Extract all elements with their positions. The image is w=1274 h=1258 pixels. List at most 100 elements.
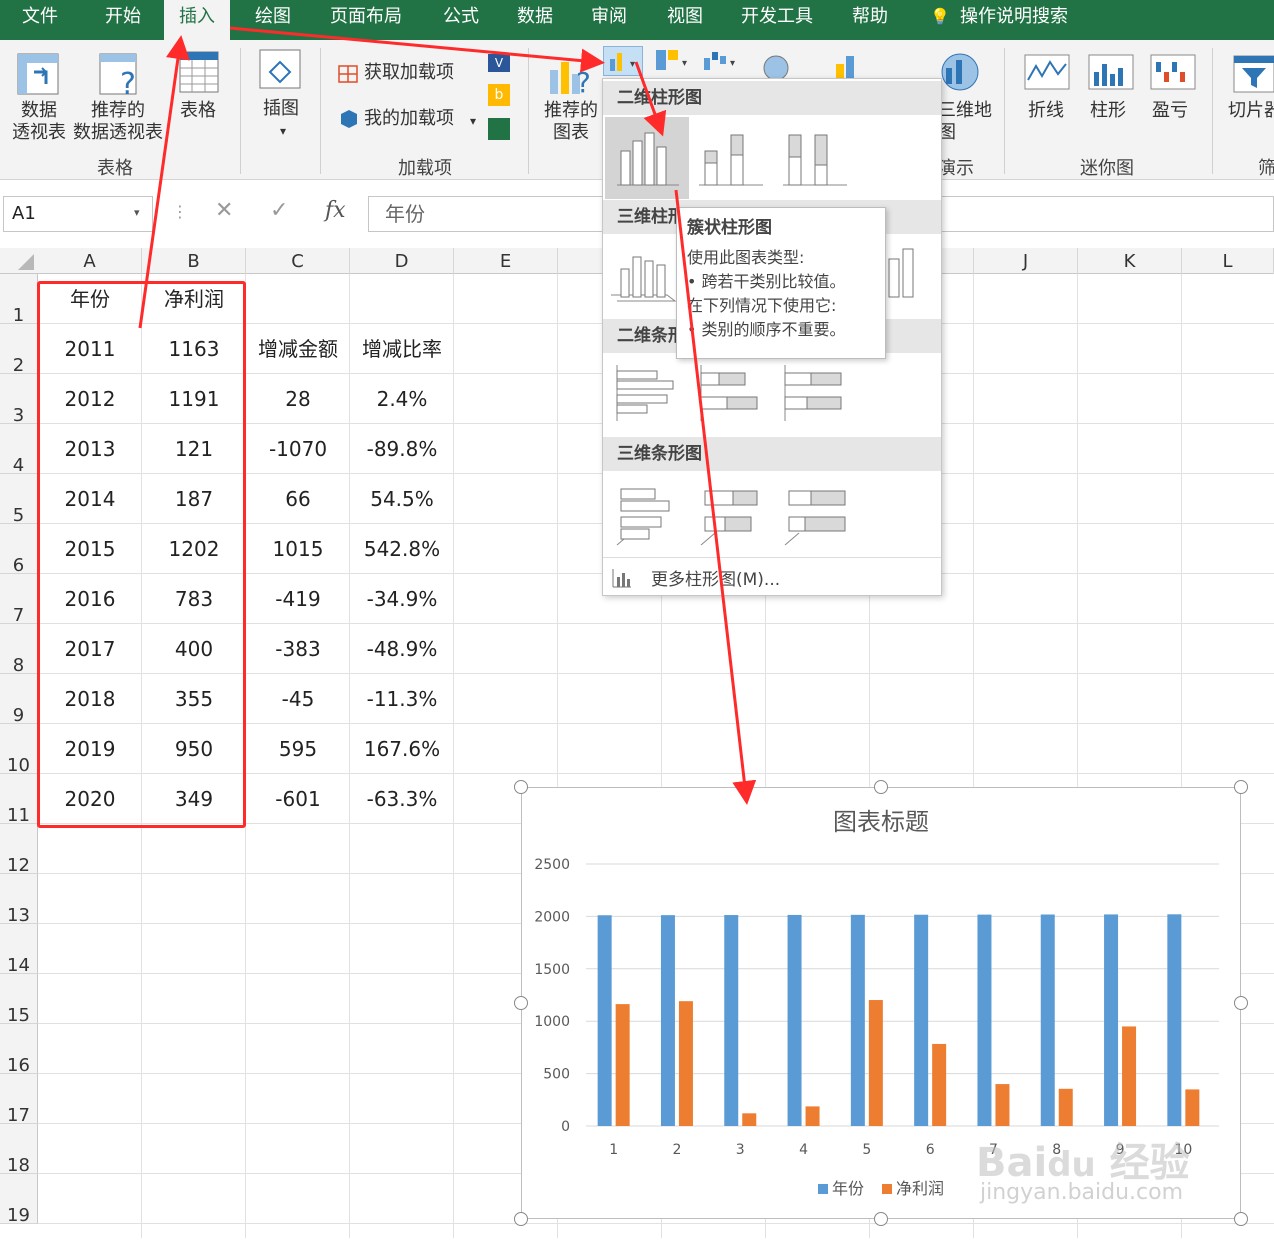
map3d-icon[interactable]	[938, 50, 982, 96]
sparkline-line-icon[interactable]	[1024, 54, 1070, 90]
row-header[interactable]: 18	[0, 1124, 38, 1176]
clustered-column-option[interactable]	[605, 117, 689, 199]
row-header[interactable]: 15	[0, 974, 38, 1026]
3d-100-stacked-bar-option[interactable]	[781, 483, 851, 549]
ribbon-tab[interactable]: 开始	[84, 0, 162, 40]
resize-handle[interactable]	[874, 1212, 888, 1226]
cell[interactable]: 增减比率	[350, 324, 454, 374]
ribbon-tab[interactable]: 帮助	[834, 0, 906, 40]
row-header[interactable]: 4	[0, 424, 38, 476]
get-addins-label[interactable]: 获取加载项	[364, 62, 464, 84]
insert-function-icon[interactable]: fx	[325, 198, 346, 223]
cell[interactable]: -63.3%	[350, 774, 454, 824]
waterfall-chart-icon[interactable]: ▾	[702, 48, 742, 74]
cell[interactable]: -45	[246, 674, 350, 724]
cell[interactable]: 28	[246, 374, 350, 424]
column-header[interactable]: K	[1078, 248, 1182, 274]
cell[interactable]: -601	[246, 774, 350, 824]
cell[interactable]: 增减金额	[246, 324, 350, 374]
enter-icon[interactable]: ✓	[270, 198, 288, 223]
ribbon-tab[interactable]: 视图	[650, 0, 720, 40]
ribbon-tab[interactable]: 公式	[424, 0, 498, 40]
select-all-corner[interactable]	[0, 248, 38, 274]
cell[interactable]: -89.8%	[350, 424, 454, 474]
100-stacked-bar-option[interactable]	[781, 363, 851, 423]
bing-icon[interactable]: b	[488, 84, 510, 106]
pivot-table-label[interactable]: 数据 透视表	[6, 100, 72, 144]
row-header[interactable]: 8	[0, 624, 38, 676]
row-header[interactable]: 12	[0, 824, 38, 876]
cell[interactable]: -34.9%	[350, 574, 454, 624]
chevron-down-icon[interactable]: ▾	[276, 120, 290, 142]
resize-handle[interactable]	[874, 780, 888, 794]
table-label[interactable]: 表格	[170, 100, 226, 122]
recommended-pivot-label[interactable]: 推荐的 数据透视表	[70, 100, 166, 144]
ribbon-tab[interactable]: 审阅	[572, 0, 646, 40]
row-header[interactable]: 19	[0, 1174, 38, 1226]
chevron-down-icon[interactable]: ▾	[134, 206, 140, 219]
row-header[interactable]: 5	[0, 474, 38, 526]
chevron-down-icon[interactable]: ▾	[466, 110, 480, 132]
slicer-icon[interactable]	[1232, 54, 1274, 94]
cell[interactable]: -383	[246, 624, 350, 674]
row-header[interactable]: 7	[0, 574, 38, 626]
cell[interactable]: 54.5%	[350, 474, 454, 524]
illustrations-label[interactable]: 插图	[250, 98, 312, 120]
cell[interactable]: 2.4%	[350, 374, 454, 424]
3d-column-option[interactable]	[883, 239, 933, 309]
cell[interactable]: -1070	[246, 424, 350, 474]
resize-handle[interactable]	[1234, 780, 1248, 794]
sparkline-winloss-icon[interactable]	[1150, 54, 1196, 90]
ribbon-tab[interactable]: 页面布局	[312, 0, 420, 40]
cell[interactable]: 1015	[246, 524, 350, 574]
row-header[interactable]: 16	[0, 1024, 38, 1076]
column-header[interactable]: L	[1182, 248, 1274, 274]
clustered-bar-option[interactable]	[613, 363, 683, 423]
sparkline-column-icon[interactable]	[1088, 54, 1134, 90]
recommended-charts-label[interactable]: 推荐的 图表	[538, 100, 604, 144]
pivot-table-icon[interactable]	[16, 52, 62, 98]
column-header[interactable]: D	[350, 248, 454, 274]
recommended-charts-icon[interactable]: ?	[548, 54, 598, 96]
stacked-bar-option[interactable]	[697, 363, 767, 423]
cancel-icon[interactable]: ✕	[215, 198, 233, 223]
cell[interactable]: -419	[246, 574, 350, 624]
sparkline-winloss-label[interactable]: 盈亏	[1142, 100, 1198, 122]
column-header[interactable]: E	[454, 248, 558, 274]
tell-me-search[interactable]: 操作说明搜索	[960, 0, 1090, 40]
cell[interactable]: 542.8%	[350, 524, 454, 574]
cell[interactable]: 66	[246, 474, 350, 524]
name-box[interactable]: A1	[3, 196, 153, 232]
column-header[interactable]: J	[974, 248, 1078, 274]
row-header[interactable]: 3	[0, 374, 38, 426]
row-header[interactable]: 17	[0, 1074, 38, 1126]
column-header[interactable]: B	[142, 248, 246, 274]
cell[interactable]: -48.9%	[350, 624, 454, 674]
cell[interactable]: -11.3%	[350, 674, 454, 724]
resize-handle[interactable]	[1234, 1212, 1248, 1226]
resize-handle[interactable]	[514, 780, 528, 794]
stacked-column-option[interactable]	[695, 121, 767, 195]
people-graph-icon[interactable]	[488, 118, 510, 140]
sparkline-column-label[interactable]: 柱形	[1080, 100, 1136, 122]
cell[interactable]: 595	[246, 724, 350, 774]
column-chart-button[interactable]: ▾	[603, 46, 643, 76]
3d-stacked-bar-option[interactable]	[697, 483, 767, 549]
hierarchy-chart-icon[interactable]: ▾	[654, 48, 694, 74]
ribbon-tab[interactable]: 数据	[502, 0, 568, 40]
cell[interactable]: 167.6%	[350, 724, 454, 774]
my-addins-label[interactable]: 我的加载项	[364, 108, 464, 130]
row-header[interactable]: 9	[0, 674, 38, 726]
3d-clustered-bar-option[interactable]	[613, 483, 683, 549]
column-header[interactable]: C	[246, 248, 350, 274]
map3d-label[interactable]: 三维地 图	[938, 100, 992, 144]
row-header[interactable]: 6	[0, 524, 38, 576]
row-header[interactable]: 2	[0, 324, 38, 376]
column-header[interactable]: A	[38, 248, 142, 274]
ribbon-tab[interactable]: 文件	[0, 0, 80, 40]
row-header[interactable]: 10	[0, 724, 38, 776]
row-header[interactable]: 13	[0, 874, 38, 926]
resize-handle[interactable]	[514, 1212, 528, 1226]
row-header[interactable]: 11	[0, 774, 38, 826]
sparkline-line-label[interactable]: 折线	[1018, 100, 1074, 122]
